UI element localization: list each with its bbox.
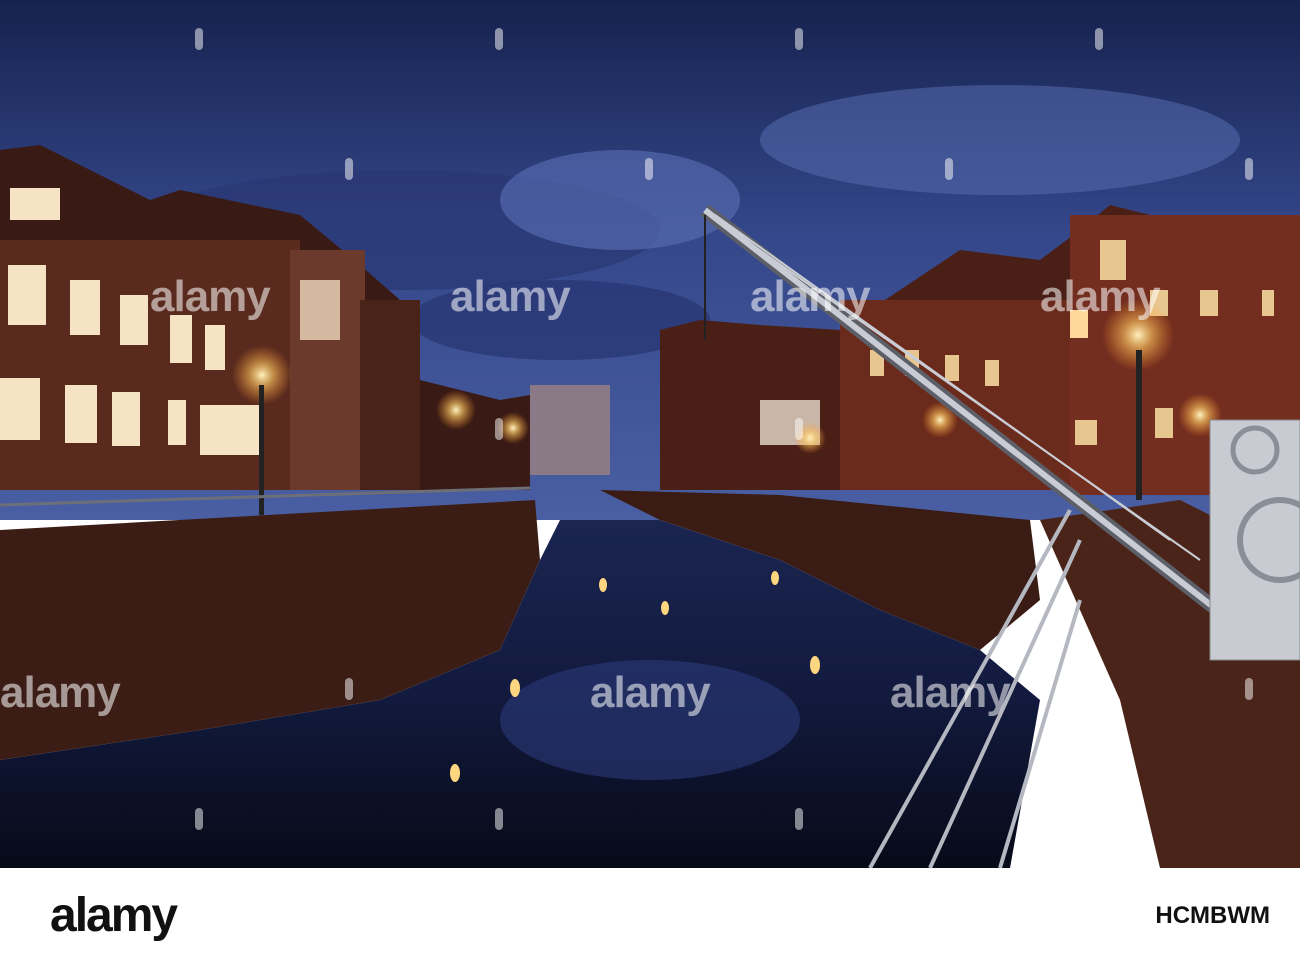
- image-id-label: HCMBWM: [1155, 902, 1270, 929]
- watermark-mark: [495, 808, 503, 830]
- watermark-mark: [1095, 808, 1103, 830]
- watermark-mark: [345, 158, 353, 180]
- stock-photo: alamy alamy alamy alamy alamy alamy alam…: [0, 0, 1300, 956]
- footer-bar: alamy HCMBWM: [0, 868, 1300, 956]
- watermark-mark: [795, 808, 803, 830]
- canal-night-photo: [0, 0, 1300, 868]
- watermark-mark: [195, 28, 203, 50]
- watermark-mark: [495, 418, 503, 440]
- watermark-mark: [345, 678, 353, 700]
- watermark-mark: [1245, 678, 1253, 700]
- watermark-mark: [195, 808, 203, 830]
- watermark-mark: [795, 418, 803, 440]
- center-building: [530, 385, 610, 475]
- watermark-mark: [1245, 158, 1253, 180]
- alamy-logo[interactable]: alamy: [50, 888, 178, 943]
- watermark-mark: [945, 158, 953, 180]
- watermark-mark: [495, 28, 503, 50]
- water-sky-reflection: [500, 660, 800, 780]
- left-facade-far: [360, 300, 420, 490]
- watermark-mark: [1095, 28, 1103, 50]
- watermark-mark: [645, 158, 653, 180]
- cloud: [760, 85, 1240, 195]
- watermark-mark: [795, 28, 803, 50]
